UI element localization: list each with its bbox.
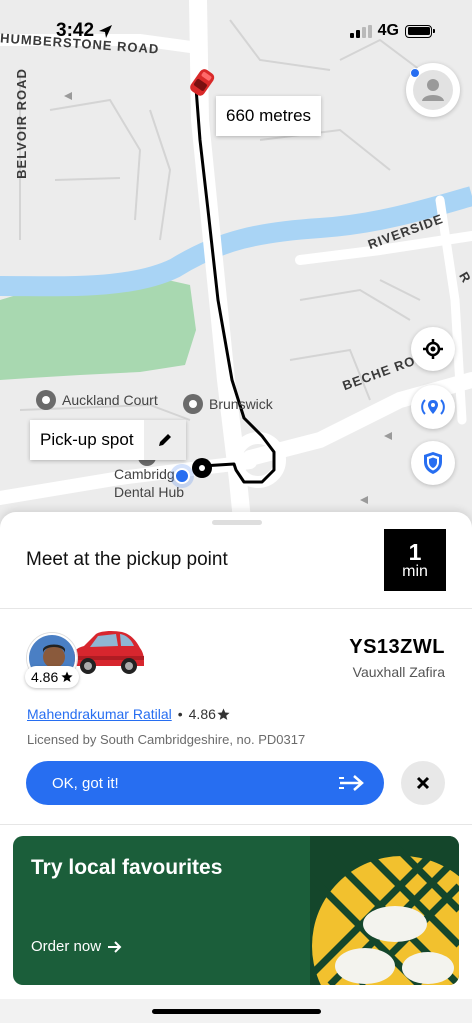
- poi-label-line2: Dental Hub: [114, 483, 185, 500]
- driver-info: Mahendrakumar Ratilal • 4.86: [27, 706, 230, 722]
- sheet-drag-handle[interactable]: [212, 520, 262, 525]
- license-plate: YS13ZWL: [349, 636, 445, 658]
- share-location-button[interactable]: [411, 385, 455, 429]
- pencil-icon: [158, 434, 171, 446]
- arrow-right-icon: [339, 775, 364, 791]
- status-indicators: 4G: [349, 22, 435, 40]
- trip-bottom-sheet[interactable]: Meet at the pickup point 1 min 4.86 YS13…: [0, 512, 472, 1023]
- star-icon: [61, 671, 73, 682]
- order-now-link[interactable]: Order now: [31, 938, 123, 955]
- driver-name-link[interactable]: Mahendrakumar Ratilal: [27, 706, 172, 722]
- ok-button-label: OK, got it!: [52, 774, 119, 792]
- pickup-spot-label: Pick-up spot: [30, 420, 144, 460]
- distance-callout: 660 metres: [216, 96, 322, 136]
- river: [0, 186, 472, 297]
- signal-strength-icon: [349, 24, 372, 38]
- location-arrow-icon: [99, 24, 113, 38]
- separator-dot: •: [177, 706, 183, 722]
- poi-brunswick[interactable]: Brunswick: [183, 394, 273, 414]
- home-indicator[interactable]: [152, 1009, 321, 1014]
- time-text: 3:42: [56, 20, 95, 41]
- car-image: [72, 630, 144, 674]
- place-pin-icon: [183, 394, 203, 414]
- eta-value: 1: [408, 538, 422, 565]
- map-view[interactable]: HUMBERSTONE ROAD BELVOIR ROAD RIVERSIDE …: [0, 0, 472, 540]
- driver-rating-chip: 4.86: [25, 666, 80, 688]
- eta-unit: min: [402, 562, 428, 580]
- safety-toolkit-button[interactable]: [411, 441, 455, 485]
- eta-badge: 1 min: [384, 529, 446, 591]
- edit-pickup-button[interactable]: [143, 420, 186, 460]
- poi-label-line1: Cambridge: [114, 466, 183, 482]
- poi-label: Brunswick: [209, 396, 273, 412]
- divider: [0, 608, 472, 609]
- user-location-dot: [174, 468, 190, 484]
- close-icon: [416, 776, 430, 790]
- car-model: Vauxhall Zafira: [352, 664, 445, 680]
- star-icon: [217, 708, 230, 720]
- pickup-marker-icon: [192, 458, 212, 478]
- poi-label: Auckland Court: [62, 392, 158, 408]
- order-now-label: Order now: [31, 938, 102, 955]
- rating-value: 4.86: [31, 669, 59, 685]
- poi-auckland-court[interactable]: Auckland Court: [36, 390, 158, 410]
- shield-icon: [424, 452, 442, 474]
- status-time: 3:42: [56, 20, 113, 42]
- pickup-spot-callout[interactable]: Pick-up spot: [30, 420, 186, 460]
- dumplings-illustration: [310, 836, 459, 985]
- crosshair-icon: [423, 339, 443, 359]
- divider: [0, 824, 472, 825]
- license-info: Licensed by South Cambridgeshire, no. PD…: [27, 732, 306, 747]
- network-type: 4G: [377, 22, 399, 39]
- street-label-belvoir: BELVOIR ROAD: [13, 68, 29, 179]
- promo-title: Try local favourites: [31, 856, 223, 879]
- place-pin-icon: [36, 390, 56, 410]
- arrow-right-icon: [108, 940, 122, 953]
- location-broadcast-icon: [421, 399, 445, 415]
- promo-card[interactable]: Try local favourites Order now: [13, 836, 459, 985]
- dismiss-button[interactable]: [401, 761, 445, 805]
- recenter-button[interactable]: [411, 327, 455, 371]
- ok-got-it-button[interactable]: OK, got it!: [26, 761, 384, 805]
- battery-icon: [405, 24, 435, 38]
- poi-dental-hub[interactable]: Cambridge Dental Hub: [114, 466, 184, 501]
- driver-rating: 4.86: [188, 706, 216, 722]
- notification-dot: [410, 68, 420, 78]
- sheet-title: Meet at the pickup point: [26, 549, 228, 570]
